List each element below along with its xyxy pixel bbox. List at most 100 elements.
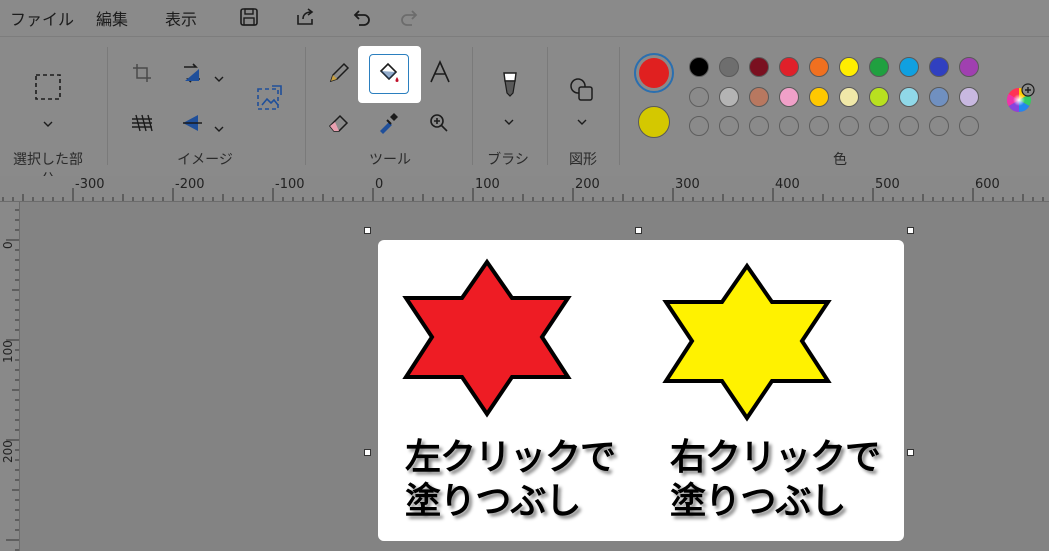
palette-swatch[interactable] [959,116,979,136]
ruler-label: 0 [375,177,384,192]
right-star [662,262,832,422]
palette-swatch[interactable] [839,57,859,77]
skew-icon[interactable] [128,109,156,137]
palette-swatch[interactable] [689,86,709,107]
group-label-colors: 色 [833,152,847,168]
ruler-label: 400 [775,177,800,192]
ruler-vertical: 0 100 200 [0,202,20,551]
fill-bucket-icon[interactable] [369,54,409,94]
palette-swatch[interactable] [689,57,709,77]
menu-bar: ファイル 編集 表示 [0,0,1049,36]
resize-handle[interactable] [364,449,371,456]
save-icon[interactable] [235,3,263,31]
chevron-down-icon[interactable] [213,68,225,87]
right-caption-line1: 右クリックで [670,437,881,478]
left-caption-line1: 左クリックで [405,437,616,478]
color1-swatch[interactable] [634,53,674,93]
eraser-icon[interactable] [325,109,353,137]
ruler-label: -300 [75,177,105,192]
ribbon-divider [547,47,548,165]
fill-tool-button[interactable] [358,46,421,103]
rotate-flip-icon[interactable] [178,109,206,137]
palette-swatch[interactable] [779,116,799,136]
ribbon-divider [472,47,473,165]
ruler-label: -100 [275,177,305,192]
ruler-label: 300 [675,177,700,192]
share-icon[interactable] [291,3,319,31]
resize-handle[interactable] [907,449,914,456]
chevron-down-icon[interactable] [42,113,54,132]
palette-swatch[interactable] [929,86,949,107]
resize-icon[interactable] [178,59,206,87]
palette-swatch[interactable] [899,57,919,77]
palette-swatch[interactable] [809,116,829,136]
menu-view[interactable]: 表示 [165,6,197,30]
color2-swatch[interactable] [638,106,670,138]
palette-swatch[interactable] [779,86,799,107]
resize-handle[interactable] [635,227,642,234]
palette-swatch[interactable] [929,57,949,77]
ribbon-divider [107,47,108,165]
palette-swatch[interactable] [899,116,919,136]
magnifier-icon[interactable] [425,109,453,137]
redo-icon[interactable] [396,3,424,31]
palette-swatch[interactable] [959,86,979,107]
crop-icon[interactable] [128,59,156,87]
palette-swatch[interactable] [899,86,919,107]
palette-swatch[interactable] [749,57,769,77]
resize-handle[interactable] [907,227,914,234]
palette-swatch[interactable] [869,57,889,77]
chevron-down-icon[interactable] [213,118,225,137]
group-label-tools: ツール [369,152,411,168]
chevron-down-icon[interactable] [576,111,588,130]
text-icon[interactable] [425,57,455,87]
color-picker-icon[interactable] [374,109,402,137]
palette-swatch[interactable] [749,116,769,136]
palette-swatch[interactable] [869,86,889,107]
left-caption: 左クリックで 塗りつぶし [405,436,616,524]
ruler-ticks [6,209,19,551]
palette-swatch[interactable] [809,57,829,77]
group-label-shapes: 図形 [569,152,597,168]
undo-icon[interactable] [347,3,375,31]
ruler-label: 200 [575,177,600,192]
ruler-horizontal: -300 -200 -100 0 100 200 300 400 500 600 [0,176,1049,202]
palette-swatch[interactable] [839,86,859,107]
left-star [402,258,572,418]
select-icon[interactable] [30,69,66,105]
ribbon-divider [305,47,306,165]
image-resize-icon[interactable] [250,81,286,117]
menu-file[interactable]: ファイル [10,6,74,30]
ruler-label: 100 [475,177,500,192]
palette-swatch[interactable] [719,86,739,107]
color1-fill [639,58,669,88]
palette-swatch[interactable] [959,57,979,77]
resize-handle[interactable] [364,227,371,234]
pencil-icon[interactable] [325,59,353,87]
ruler-label: 200 [1,440,15,463]
ruler-label: 500 [875,177,900,192]
ruler-label: 600 [975,177,1000,192]
left-caption-line2: 塗りつぶし [405,481,581,522]
palette-swatch[interactable] [839,116,859,136]
ruler-label: -200 [175,177,205,192]
palette-swatch[interactable] [719,57,739,77]
palette-swatch[interactable] [689,116,709,136]
palette-swatch[interactable] [779,57,799,77]
ribbon: 選択した部分 イメージ ツール [0,36,1049,188]
palette-swatch[interactable] [749,86,769,107]
palette-swatch[interactable] [929,116,949,136]
shapes-icon[interactable] [565,73,599,107]
palette-swatch[interactable] [719,116,739,136]
menu-edit[interactable]: 編集 [96,6,128,30]
palette-swatch[interactable] [809,86,829,107]
group-label-image: イメージ [177,152,233,168]
right-caption: 右クリックで 塗りつぶし [670,436,881,524]
brush-icon[interactable] [493,67,527,101]
drawing-canvas[interactable]: 左クリックで 塗りつぶし 右クリックで 塗りつぶし [378,240,904,541]
palette-swatch[interactable] [869,116,889,136]
ribbon-divider [619,47,620,165]
chevron-down-icon[interactable] [503,111,515,130]
edit-colors-icon[interactable] [1002,81,1036,115]
group-label-brushes: ブラシ [487,152,529,168]
